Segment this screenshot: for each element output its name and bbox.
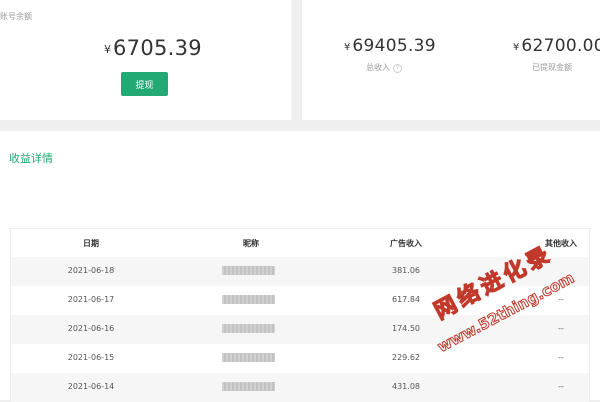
balance-currency: ¥ xyxy=(104,43,111,56)
balance-amount: ¥6705.39 xyxy=(104,36,202,60)
cell-date: 2021-06-17 xyxy=(67,295,115,304)
balance-card: 账号余额 ¥6705.39 提现 xyxy=(0,0,291,120)
cell-nickname-redacted xyxy=(222,324,275,333)
cell-other-income: -- xyxy=(558,295,564,304)
cell-other-income: -- xyxy=(558,382,564,391)
cell-nickname-redacted xyxy=(222,266,275,275)
total-income-label: 总收入? xyxy=(366,62,402,73)
cell-ad-income: 381.06 xyxy=(392,266,420,275)
cell-nickname-redacted xyxy=(222,295,275,304)
table-row: 2021-06-15 229.62 -- xyxy=(11,344,589,373)
column-header-date[interactable]: 日期 xyxy=(51,238,131,249)
balance-label: 账号余额 xyxy=(0,12,32,21)
section-title: 收益详情 xyxy=(9,152,53,165)
table-row: 2021-06-18 381.06 xyxy=(11,257,589,286)
total-income-amount: ¥69405.39 xyxy=(344,36,436,56)
cell-date: 2021-06-14 xyxy=(67,382,115,391)
cell-ad-income: 617.84 xyxy=(392,295,420,304)
table-row: 2021-06-14 431.08 -- xyxy=(11,373,589,402)
income-details-section: 收益详情 日期 昵称 广告收入 其他收入 2021-06-18 381.06 2… xyxy=(0,131,600,402)
cell-date: 2021-06-16 xyxy=(67,324,115,333)
income-table: 日期 昵称 广告收入 其他收入 2021-06-18 381.06 2021-0… xyxy=(10,228,590,402)
cell-date: 2021-06-18 xyxy=(67,266,115,275)
cell-ad-income: 431.08 xyxy=(392,382,420,391)
cell-ad-income: 229.62 xyxy=(392,353,420,362)
table-header: 日期 昵称 广告收入 其他收入 xyxy=(11,229,589,257)
cell-ad-income: 174.50 xyxy=(392,324,420,333)
table-row: 2021-06-16 174.50 -- xyxy=(11,315,589,344)
cell-nickname-redacted xyxy=(222,353,275,362)
cell-other-income: -- xyxy=(558,324,564,333)
table-row: 2021-06-17 617.84 -- xyxy=(11,286,589,315)
total-income-currency: ¥ xyxy=(344,42,351,53)
column-header-other-income[interactable]: 其他收入 xyxy=(531,238,591,249)
column-header-nickname[interactable]: 昵称 xyxy=(201,238,301,249)
withdrawn-currency: ¥ xyxy=(513,42,520,53)
cell-other-income: -- xyxy=(558,353,564,362)
total-income-label-text: 总收入 xyxy=(366,63,390,72)
balance-value: 6705.39 xyxy=(113,36,202,60)
column-header-ad-income[interactable]: 广告收入 xyxy=(366,238,446,249)
withdraw-button[interactable]: 提现 xyxy=(121,72,168,96)
total-income-value: 69405.39 xyxy=(352,36,436,56)
withdrawn-label: 已提现金额 xyxy=(532,63,572,72)
income-card: ¥69405.39 总收入? ¥62700.00 已提现金额 xyxy=(302,0,600,120)
cell-nickname-redacted xyxy=(222,382,275,391)
withdrawn-amount: ¥62700.00 xyxy=(513,36,600,56)
cell-date: 2021-06-15 xyxy=(67,353,115,362)
question-icon[interactable]: ? xyxy=(393,64,402,73)
withdrawn-value: 62700.00 xyxy=(521,36,600,56)
